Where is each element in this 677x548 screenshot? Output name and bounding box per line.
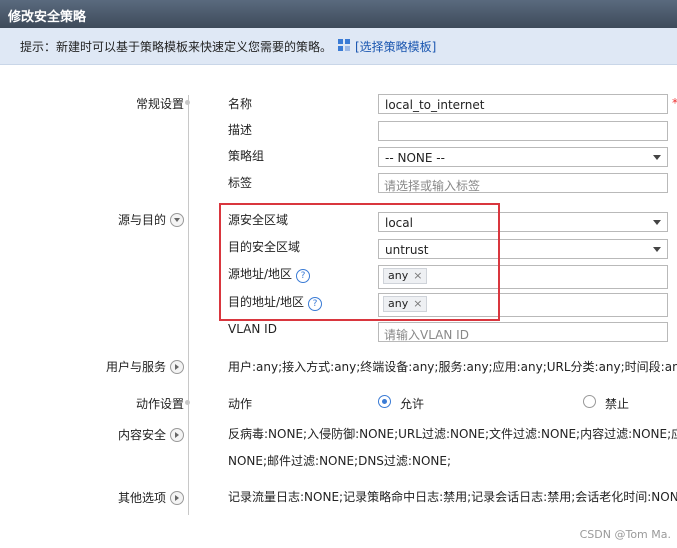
highlight-box bbox=[219, 203, 500, 321]
tip-text: 提示：新建时可以基于策略模板来快速定义您需要的策略。 bbox=[20, 40, 333, 54]
content-summary-line1: 反病毒:NONE;入侵防御:NONE;URL过滤:NONE;文件过滤:NONE;… bbox=[228, 427, 677, 441]
deny-label[interactable]: 禁止 bbox=[605, 395, 629, 412]
section-divider-line bbox=[188, 95, 189, 515]
expand-icon[interactable] bbox=[170, 360, 184, 374]
chevron-down-icon bbox=[653, 155, 661, 160]
policy-group-label: 策略组 bbox=[228, 149, 265, 163]
name-input[interactable]: local_to_internet bbox=[378, 94, 668, 114]
required-mark: * bbox=[672, 96, 677, 110]
watermark: CSDN @Tom Ma. bbox=[579, 528, 671, 541]
chevron-down-icon bbox=[653, 247, 661, 252]
section-action-label: 动作设置 bbox=[135, 397, 184, 411]
section-action-dot bbox=[185, 400, 190, 405]
collapse-icon[interactable] bbox=[170, 213, 184, 227]
section-action: 动作设置 bbox=[136, 395, 184, 412]
section-general-dot bbox=[185, 100, 190, 105]
description-label: 描述 bbox=[228, 123, 253, 137]
dialog-title-bar: 修改安全策略 bbox=[0, 0, 677, 28]
policy-group-value: -- NONE -- bbox=[385, 151, 445, 165]
action-label: 动作 bbox=[228, 397, 253, 411]
section-general-label: 常规设置 bbox=[135, 97, 184, 111]
allow-label[interactable]: 允许 bbox=[400, 395, 424, 412]
tag-placeholder: 请选择或输入标签 bbox=[384, 179, 481, 193]
tip-bar: 提示：新建时可以基于策略模板来快速定义您需要的策略。 [选择策略模板] bbox=[0, 28, 677, 65]
vlan-input[interactable]: 请输入VLAN ID bbox=[378, 322, 668, 342]
user-service-summary: 用户:any;接入方式:any;终端设备:any;服务:any;应用:any;U… bbox=[228, 360, 677, 374]
section-user-service[interactable]: 用户与服务 bbox=[106, 358, 184, 375]
content-summary-line2: NONE;邮件过滤:NONE;DNS过滤:NONE; bbox=[228, 454, 451, 468]
vlan-label: VLAN ID bbox=[228, 322, 277, 336]
policy-group-select[interactable]: -- NONE -- bbox=[378, 147, 668, 167]
section-other-label: 其他选项 bbox=[117, 491, 166, 505]
description-input[interactable] bbox=[378, 121, 668, 141]
select-template-link[interactable]: [选择策略模板] bbox=[355, 38, 436, 55]
allow-radio[interactable] bbox=[378, 395, 391, 408]
section-general: 常规设置 bbox=[136, 95, 184, 112]
chevron-down-icon bbox=[653, 220, 661, 225]
section-user-service-label: 用户与服务 bbox=[105, 360, 166, 374]
section-src-dst[interactable]: 源与目的 bbox=[118, 211, 184, 228]
section-other[interactable]: 其他选项 bbox=[118, 489, 184, 506]
expand-icon[interactable] bbox=[170, 428, 184, 442]
tag-input[interactable]: 请选择或输入标签 bbox=[378, 173, 668, 193]
section-content-label: 内容安全 bbox=[117, 428, 166, 442]
other-summary: 记录流量日志:NONE;记录策略命中日志:禁用;记录会话日志:禁用;会话老化时间… bbox=[228, 490, 677, 504]
vlan-placeholder: 请输入VLAN ID bbox=[384, 328, 469, 342]
expand-icon[interactable] bbox=[170, 491, 184, 505]
template-icon bbox=[338, 39, 350, 51]
dialog-title: 修改安全策略 bbox=[8, 10, 87, 25]
section-src-dst-label: 源与目的 bbox=[117, 213, 166, 227]
section-content[interactable]: 内容安全 bbox=[118, 426, 184, 443]
name-value: local_to_internet bbox=[385, 98, 485, 112]
name-label: 名称 bbox=[228, 97, 253, 111]
deny-radio[interactable] bbox=[583, 395, 596, 408]
tag-label: 标签 bbox=[228, 176, 253, 190]
